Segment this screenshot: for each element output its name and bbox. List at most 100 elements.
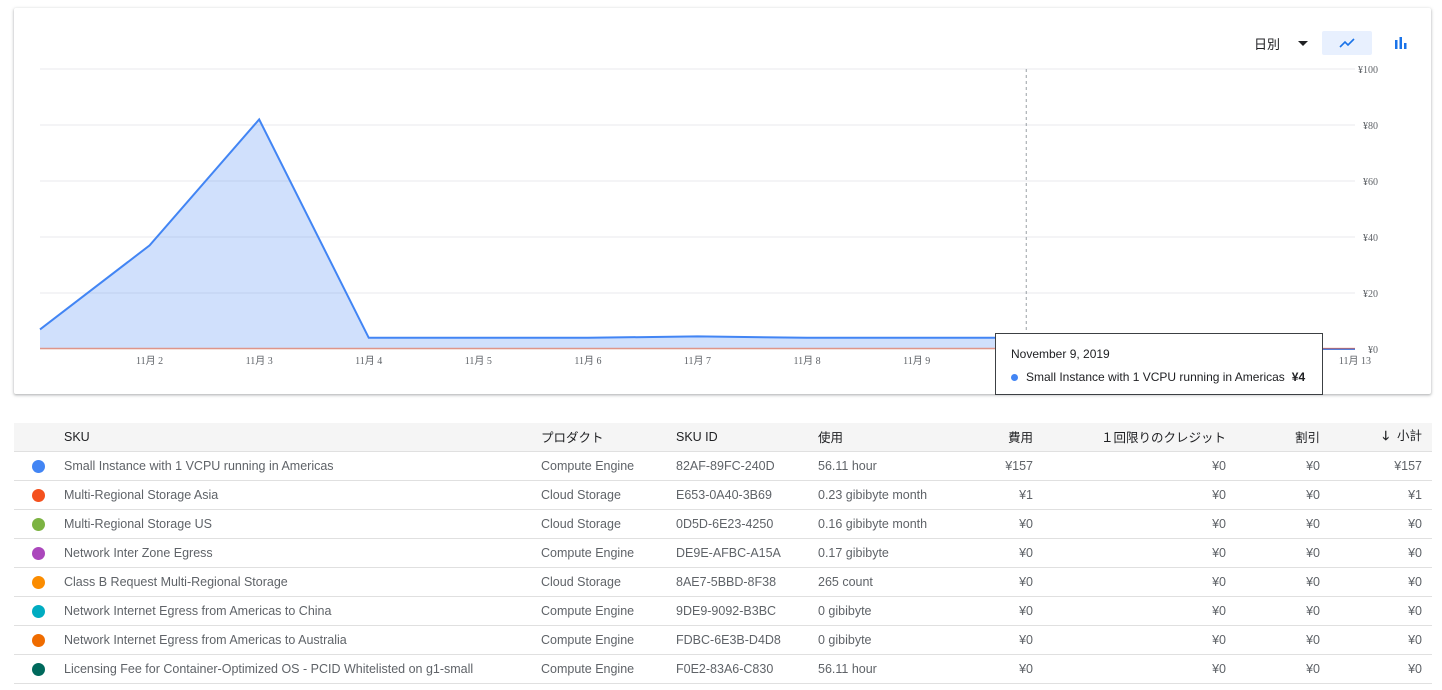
period-select[interactable]: 日別 [1240,30,1322,56]
cell-credits: ¥0 [1043,451,1236,481]
y-tick-label: ¥80 [1363,121,1378,132]
bar-chart-button[interactable] [1376,31,1426,55]
series-color-dot [32,546,45,560]
cell-product: Compute Engine [541,596,676,626]
cell-sku: Network Internet Egress from Americas to… [64,625,541,655]
table-row[interactable]: Small Instance with 1 VCPU running in Am… [14,451,1432,481]
x-tick-label: 11月 7 [684,355,711,367]
cell-credits: ¥0 [1043,538,1236,568]
cell-color [14,596,64,626]
header-discounts[interactable]: 割引 [1236,423,1330,452]
header-sku[interactable]: SKU [64,423,541,452]
sort-descending-icon: 🡓 [1382,429,1389,444]
header-cost[interactable]: 費用 [938,423,1043,452]
cell-sku-id: FDBC-6E3B-D4D8 [676,625,818,655]
cell-color [14,538,64,568]
y-tick-label: ¥100 [1358,65,1378,76]
series-color-dot [32,604,45,618]
y-tick-label: ¥40 [1363,233,1378,244]
header-product[interactable]: プロダクト [541,423,676,452]
cell-subtotal: ¥0 [1330,538,1432,568]
header-credits[interactable]: １回限りのクレジット [1043,423,1236,452]
cell-cost: ¥0 [938,654,1043,684]
header-subtotal-label: 小計 [1396,429,1422,444]
line-chart-button[interactable] [1322,31,1372,55]
cell-cost: ¥157 [938,451,1043,481]
cell-discounts: ¥0 [1236,625,1330,655]
cell-color [14,451,64,481]
tooltip-date: November 9, 2019 [1011,347,1110,361]
cell-sku: Multi-Regional Storage Asia [64,480,541,510]
cell-usage: 0.17 gibibyte [818,538,938,568]
x-tick-label: 11月 13 [1339,355,1371,367]
cell-credits: ¥0 [1043,480,1236,510]
tooltip-series-name: Small Instance with 1 VCPU running in Am… [1026,370,1285,384]
cell-cost: ¥0 [938,538,1043,568]
line-chart-icon [1339,38,1355,48]
header-subtotal[interactable]: 🡓 小計 [1330,423,1432,452]
y-tick-label: ¥60 [1363,177,1378,188]
table-row[interactable]: Multi-Regional Storage Asia Cloud Storage… [14,480,1432,510]
x-tick-label: 11月 6 [574,355,601,367]
chart-toolbar: 日別 [1240,30,1426,56]
series-area [40,119,1355,350]
x-tick-label: 11月 4 [355,355,382,367]
table-row[interactable]: Network Internet Egress from Americas to… [14,625,1432,655]
cell-color [14,567,64,597]
series-color-dot [32,662,45,676]
cell-color [14,625,64,655]
cell-usage: 265 count [818,567,938,597]
table-row[interactable]: Class B Request Multi-Regional Storage Cl… [14,567,1432,597]
sku-cost-table: SKU プロダクト SKU ID 使用 費用 １回限りのクレジット 割引 🡓 小計… [14,423,1432,684]
cell-cost: ¥0 [938,625,1043,655]
cell-sku: Network Inter Zone Egress [64,538,541,568]
bar-chart-icon [1395,37,1407,49]
series-color-dot [32,517,45,531]
header-sku-id[interactable]: SKU ID [676,423,818,452]
cell-color [14,480,64,510]
cell-sku-id: 0D5D-6E23-4250 [676,509,818,539]
cell-discounts: ¥0 [1236,567,1330,597]
cost-chart-card: ¥0 ¥20 ¥40 ¥60 ¥80 ¥100 11月 2 11月 3 11月 4 11月 5 11… [14,8,1431,395]
cell-subtotal: ¥0 [1330,654,1432,684]
table-row[interactable]: Network Internet Egress from Americas to… [14,596,1432,626]
cell-cost: ¥1 [938,480,1043,510]
cell-sku-id: 9DE9-9092-B3BC [676,596,818,626]
cell-subtotal: ¥0 [1330,567,1432,597]
cell-credits: ¥0 [1043,654,1236,684]
table-row[interactable]: Multi-Regional Storage US Cloud Storage 0D… [14,509,1432,539]
cell-discounts: ¥0 [1236,451,1330,481]
cell-sku-id: DE9E-AFBC-A15A [676,538,818,568]
cell-usage: 0.16 gibibyte month [818,509,938,539]
y-tick-label: ¥0 [1368,345,1378,356]
header-usage[interactable]: 使用 [818,423,938,452]
cell-cost: ¥0 [938,509,1043,539]
cell-product: Cloud Storage [541,567,676,597]
chart-tooltip: November 9, 2019 Small Instance with 1 V… [995,333,1323,395]
x-tick-label: 11月 8 [794,355,821,367]
cell-usage: 56.11 hour [818,654,938,684]
series-color-dot [32,575,45,589]
cell-sku: Multi-Regional Storage US [64,509,541,539]
y-tick-label: ¥20 [1363,289,1378,300]
cell-subtotal: ¥157 [1330,451,1432,481]
series-color-dot [32,459,45,473]
cell-cost: ¥0 [938,596,1043,626]
chevron-down-icon [1298,40,1308,46]
table-header-row: SKU プロダクト SKU ID 使用 費用 １回限りのクレジット 割引 🡓 小計 [14,423,1432,452]
cell-usage: 0.23 gibibyte month [818,480,938,510]
cell-sku-id: 82AF-89FC-240D [676,451,818,481]
x-tick-label: 11月 2 [136,355,163,367]
table-row[interactable]: Network Inter Zone Egress Compute Engine D… [14,538,1432,568]
cell-product: Compute Engine [541,654,676,684]
cell-discounts: ¥0 [1236,509,1330,539]
cell-sku: Licensing Fee for Container-Optimized OS… [64,654,541,684]
cell-discounts: ¥0 [1236,654,1330,684]
table-row[interactable]: Licensing Fee for Container-Optimized OS… [14,654,1432,684]
cell-color [14,509,64,539]
x-tick-label: 11月 9 [903,355,930,367]
cell-credits: ¥0 [1043,625,1236,655]
cell-discounts: ¥0 [1236,480,1330,510]
tooltip-row: Small Instance with 1 VCPU running in Am… [1011,370,1305,384]
cell-usage: 0 gibibyte [818,625,938,655]
